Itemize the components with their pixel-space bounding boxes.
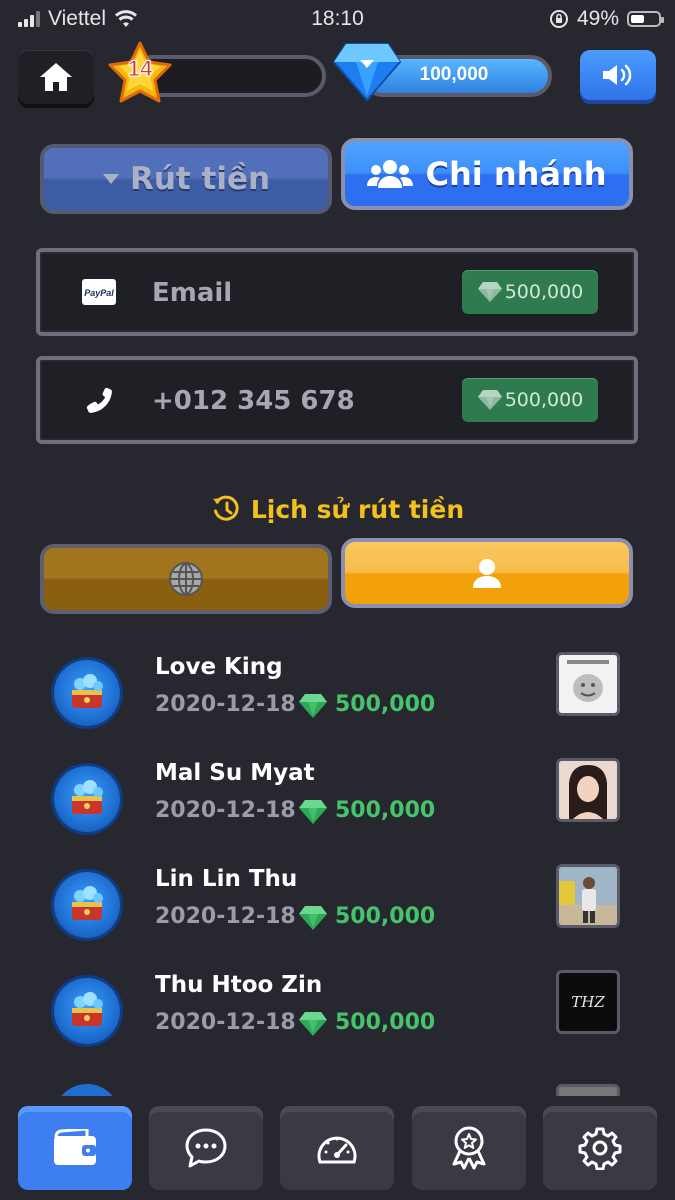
- chat-icon: [185, 1128, 227, 1168]
- withdraw-date: 2020-12-18: [155, 1010, 296, 1035]
- caret-down-icon: [102, 174, 119, 184]
- email-label: Email: [152, 278, 233, 308]
- svg-text:PayPal: PayPal: [84, 288, 114, 298]
- history-icon: [212, 495, 239, 521]
- battery-icon: [627, 11, 664, 27]
- gem-icon: [477, 390, 502, 410]
- home-button[interactable]: [18, 50, 94, 104]
- gem-icon: [299, 800, 327, 824]
- withdraw-amount: 500,000: [335, 692, 436, 717]
- list-item: Lin Lin Thu 2020-12-18 500,000: [0, 862, 675, 968]
- avatar: [54, 872, 120, 938]
- paypal-icon: PayPal: [80, 276, 118, 308]
- home-icon: [40, 63, 72, 91]
- orientation-lock-icon: [549, 10, 568, 28]
- withdraw-date: 2020-12-18: [155, 692, 296, 717]
- nav-dashboard[interactable]: [280, 1106, 394, 1190]
- tab-withdraw-label: Rút tiền: [129, 161, 271, 197]
- phone-field[interactable]: +012 345 678 500,000: [36, 356, 638, 444]
- withdraw-amount: 500,000: [335, 798, 436, 823]
- svg-text:THZ: THZ: [571, 993, 605, 1011]
- withdraw-price-button[interactable]: 500,000: [462, 270, 598, 314]
- wallet-icon: [54, 1129, 96, 1165]
- tab-branch-label: Chi nhánh: [425, 155, 607, 193]
- withdraw-amount: 500,000: [335, 1010, 436, 1035]
- user-name: Mal Su Myat: [155, 760, 315, 786]
- withdraw-date: 2020-12-18: [155, 798, 296, 823]
- withdraw-date: 2020-12-18: [155, 904, 296, 929]
- user-thumbnail[interactable]: [556, 652, 620, 716]
- list-item-partial: [54, 1084, 120, 1096]
- tab-branch[interactable]: Chi nhánh: [341, 138, 633, 210]
- nav-wallet[interactable]: [18, 1106, 132, 1190]
- status-bar: Viettel 18:10 49%: [0, 0, 675, 38]
- user-name: Lin Lin Thu: [155, 866, 298, 892]
- withdraw-price-button[interactable]: 500,000: [462, 378, 598, 422]
- avatar: [54, 766, 120, 832]
- withdraw-amount: 500,000: [335, 904, 436, 929]
- phone-icon: [80, 384, 118, 416]
- price-value: 500,000: [504, 389, 584, 411]
- list-item: Mal Su Myat 2020-12-18 500,000: [0, 756, 675, 862]
- gem-icon: [299, 694, 327, 718]
- paypal-email-field[interactable]: PayPal Email 500,000: [36, 248, 638, 336]
- user-thumbnail[interactable]: [556, 864, 620, 928]
- gem-balance: 100,000: [419, 64, 489, 85]
- user-name: Thu Htoo Zin: [155, 972, 323, 998]
- users-icon: [367, 160, 414, 188]
- tab-personal-history[interactable]: [341, 538, 633, 608]
- gear-icon: [578, 1127, 622, 1170]
- battery-percent: 49%: [576, 7, 619, 30]
- nav-chat[interactable]: [149, 1106, 263, 1190]
- user-icon: [473, 559, 501, 588]
- history-title: Lịch sử rút tiền: [0, 494, 675, 524]
- nav-rewards[interactable]: [412, 1106, 526, 1190]
- tab-global-history[interactable]: [40, 544, 332, 614]
- tab-withdraw[interactable]: Rút tiền: [40, 144, 332, 214]
- list-item: Love King 2020-12-18 500,000: [0, 650, 675, 756]
- globe-icon: [169, 562, 203, 596]
- speaker-icon: [603, 64, 632, 86]
- award-icon: [452, 1126, 486, 1170]
- bottom-nav: [0, 1096, 675, 1200]
- avatar: [54, 660, 120, 726]
- user-thumbnail[interactable]: [556, 758, 620, 822]
- gem-icon: [477, 282, 502, 302]
- sound-button[interactable]: [580, 50, 656, 100]
- level-number: 14: [127, 56, 153, 82]
- list-item: Thu Htoo Zin 2020-12-18 500,000 THZ: [0, 968, 675, 1074]
- user-thumbnail[interactable]: THZ: [556, 970, 620, 1034]
- user-name: Love King: [155, 654, 283, 680]
- avatar: [54, 978, 120, 1044]
- status-right: 49%: [549, 7, 664, 31]
- speedometer-icon: [317, 1136, 357, 1164]
- gem-icon: [299, 1012, 327, 1036]
- diamond-icon: [332, 43, 402, 102]
- price-value: 500,000: [504, 281, 584, 303]
- user-thumbnail-partial: [556, 1084, 620, 1096]
- history-title-text: Lịch sử rút tiền: [250, 494, 465, 524]
- phone-number: +012 345 678: [152, 386, 355, 416]
- gem-icon: [299, 906, 327, 930]
- nav-settings[interactable]: [543, 1106, 657, 1190]
